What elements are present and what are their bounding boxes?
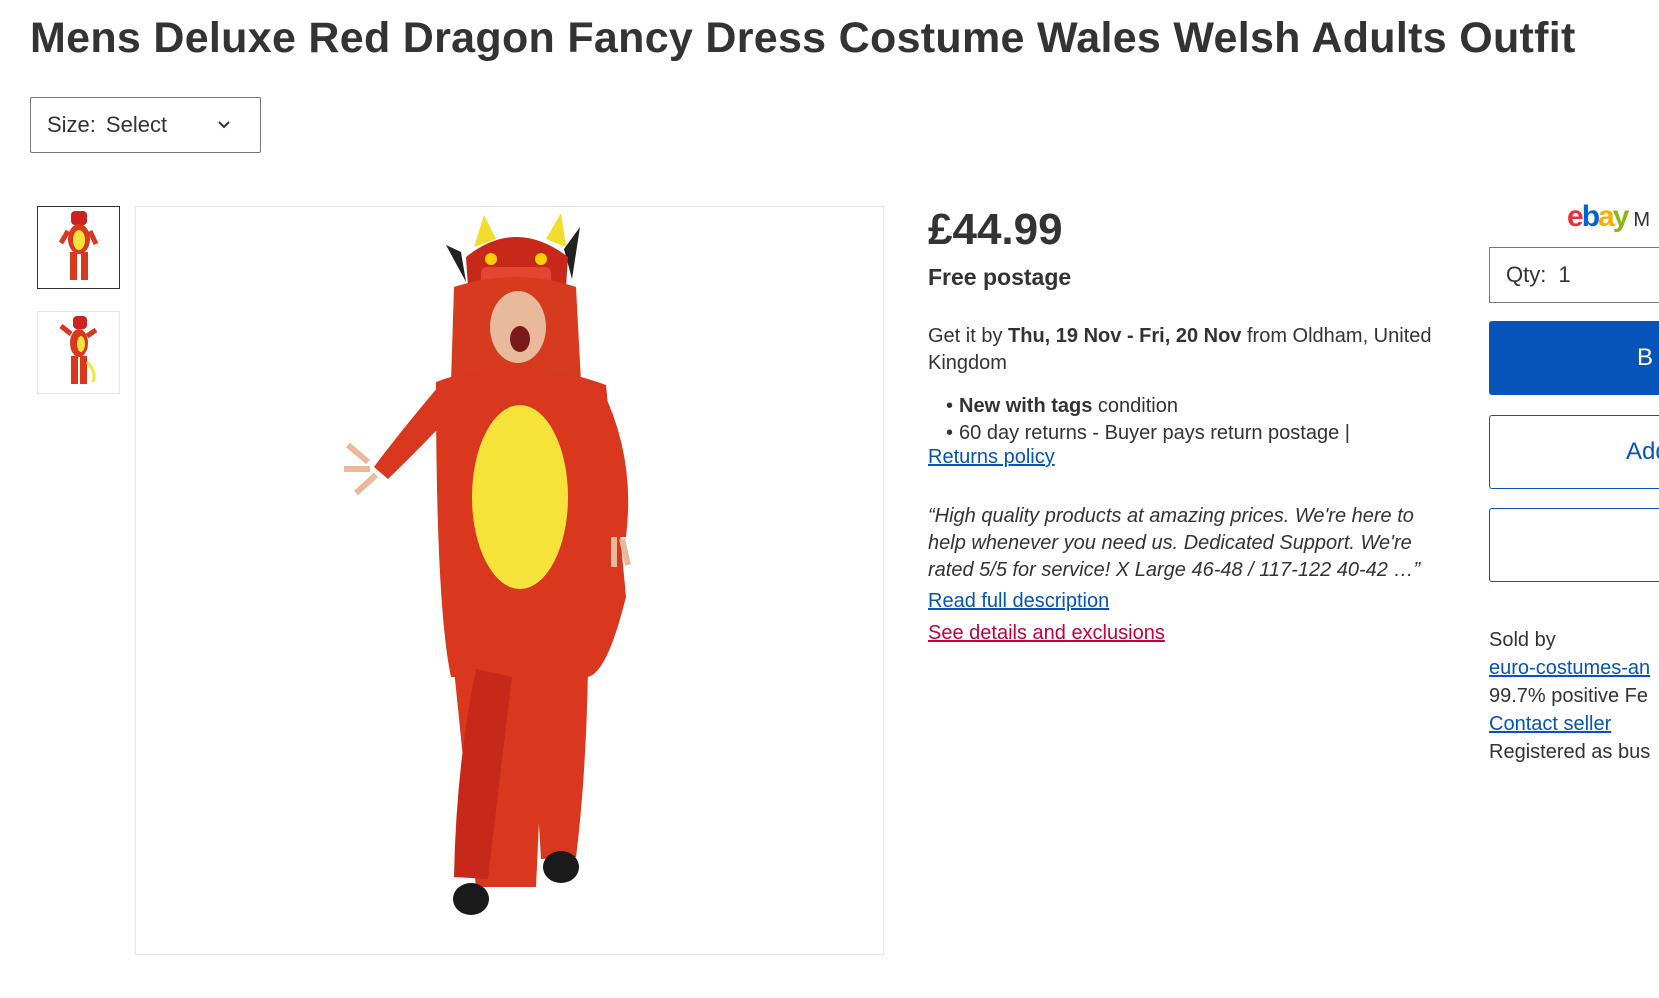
returns-policy-link[interactable]: Returns policy (928, 446, 1055, 469)
delivery-dates: Thu, 19 Nov - Fri, 20 Nov (1008, 325, 1242, 347)
read-full-description-link[interactable]: Read full description (928, 590, 1109, 613)
size-value: Select (105, 112, 168, 137)
gallery-thumbnail-1[interactable] (37, 206, 120, 289)
page-title: Mens Deluxe Red Dragon Fancy Dress Costu… (30, 14, 1576, 62)
delivery-prefix: Get it by (928, 325, 1009, 347)
size-select[interactable]: Size: Select (30, 97, 261, 153)
condition-item: New with tags condition (946, 393, 1350, 420)
quantity-input[interactable]: Qty: 1 (1489, 247, 1659, 303)
gallery-thumbnail-2[interactable] (37, 311, 120, 394)
see-details-link[interactable]: See details and exclusions (928, 622, 1165, 645)
add-to-basket-button[interactable]: Add (1489, 415, 1659, 489)
size-label: Size: (47, 112, 96, 137)
dragon-costume-thumbnail-image (58, 211, 98, 280)
seller-info: Sold by euro-costumes-an 99.7% positive … (1489, 626, 1650, 766)
seller-registration: Registered as bus (1489, 741, 1651, 763)
condition-value: New with tags (959, 395, 1093, 417)
ebay-logo: ebay M (1567, 200, 1651, 233)
sold-by-label: Sold by (1489, 629, 1556, 651)
returns-item: 60 day returns - Buyer pays return posta… (946, 420, 1350, 447)
buy-it-now-button[interactable]: B (1489, 321, 1659, 395)
seller-feedback: 99.7% positive Fe (1489, 685, 1648, 707)
main-product-image[interactable] (135, 206, 884, 955)
dragon-costume-side-thumbnail-image (58, 316, 97, 384)
ebay-logo-suffix: M (1633, 209, 1651, 231)
seller-name-link[interactable]: euro-costumes-an (1489, 654, 1650, 682)
quantity-label: Qty: (1506, 262, 1547, 287)
item-price: £44.99 (928, 205, 1063, 254)
description-excerpt: “High quality products at amazing prices… (928, 505, 1421, 581)
returns-text: 60 day returns - Buyer pays return posta… (959, 422, 1350, 444)
delivery-estimate: Get it by Thu, 19 Nov - Fri, 20 Nov from… (928, 323, 1448, 377)
dragon-costume-image (344, 213, 631, 915)
watch-button[interactable] (1489, 508, 1659, 582)
postage-info: Free postage (928, 264, 1072, 290)
chevron-down-icon (218, 121, 230, 129)
quantity-value: 1 (1558, 262, 1571, 287)
contact-seller-link[interactable]: Contact seller (1489, 710, 1650, 738)
condition-suffix: condition (1092, 395, 1178, 417)
item-highlights: New with tags condition 60 day returns -… (946, 393, 1350, 447)
